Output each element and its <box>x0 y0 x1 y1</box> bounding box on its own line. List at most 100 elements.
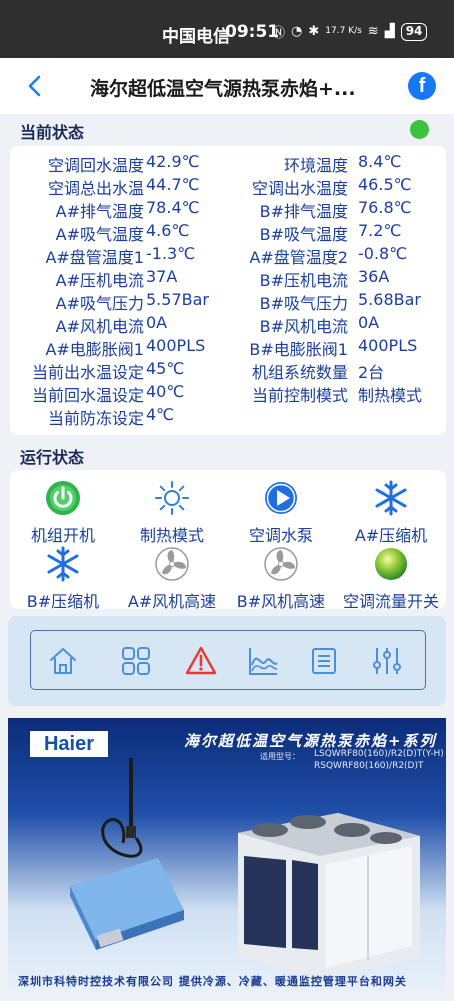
status-row: A#风机电流 0A B#风机电流 0A <box>10 313 446 336</box>
status-value: 0A <box>146 313 168 332</box>
back-arrow-icon[interactable] <box>22 72 48 100</box>
current-status-card: 空调回水温度 42.9℃ 环境温度 8.4℃ 空调总出水温 44.7℃ 空调出水… <box>10 146 446 435</box>
net-speed: 17.7 K/s <box>325 26 362 36</box>
status-value: 制热模式 <box>358 386 423 405</box>
status-label: B#电膨胀阀1 <box>249 340 348 359</box>
run-item-label: A#压缩机 <box>354 526 428 545</box>
toolbar-container <box>8 616 446 706</box>
run-item-unit-on: 机组开机 <box>3 480 123 546</box>
run-item-label: 空调水泵 <box>248 526 313 545</box>
status-row: 当前回水温设定 40℃ 当前控制模式 制热模式 <box>10 382 446 405</box>
app-header: 海尔超低温空气源热泵赤焰+... f <box>0 58 454 114</box>
status-label: 当前防冻设定 <box>47 409 144 428</box>
clock: 09:51 <box>225 22 280 42</box>
status-value: 400PLS <box>358 336 418 355</box>
status-value: 40℃ <box>146 382 185 401</box>
run-item-a-compressor: A#压缩机 <box>331 480 451 546</box>
status-label: B#排气温度 <box>259 202 348 221</box>
status-label: A#排气温度 <box>55 202 144 221</box>
status-value: 2台 <box>358 363 385 382</box>
settings-sliders-icon[interactable] <box>371 645 403 677</box>
status-row: 当前出水温设定 45℃ 机组系统数量 2台 <box>10 359 446 382</box>
status-label: 机组系统数量 <box>251 363 348 382</box>
run-item-label: A#风机高速 <box>127 592 217 611</box>
status-label: 当前出水温设定 <box>31 363 144 382</box>
status-label: A#吸气压力 <box>55 294 144 313</box>
status-row: A#吸气压力 5.57Bar B#吸气压力 5.68Bar <box>10 290 446 313</box>
signal-icon: ▟ <box>384 24 395 39</box>
gateway-device-image <box>70 858 184 950</box>
grid-icon[interactable] <box>120 645 152 677</box>
heat-pump-unit-image <box>238 813 420 980</box>
chart-icon[interactable] <box>247 645 279 677</box>
run-item-label: B#压缩机 <box>26 592 100 611</box>
fan-icon <box>264 547 298 581</box>
run-item-label: B#风机高速 <box>236 592 326 611</box>
status-icons: Ⓝ ◔ ✱ 17.7 K/s ≋ ▟ 94 <box>272 22 428 41</box>
status-label: B#压机电流 <box>259 271 348 290</box>
wifi-icon: ≋ <box>367 24 379 39</box>
online-status-indicator <box>410 120 429 139</box>
current-status-title: 当前状态 <box>20 123 85 142</box>
carrier-label: 中国电信 <box>162 27 230 47</box>
status-value: 4℃ <box>146 405 175 424</box>
status-label: B#吸气温度 <box>259 225 348 244</box>
status-value: 37A <box>146 267 178 286</box>
list-icon[interactable] <box>308 645 340 677</box>
status-value: 8.4℃ <box>358 152 402 171</box>
status-label: A#风机电流 <box>55 317 144 336</box>
snowflake-icon <box>375 480 407 516</box>
status-value: 0A <box>358 313 380 332</box>
flow-ball-icon <box>375 548 407 580</box>
battery-indicator: 94 <box>400 22 428 41</box>
snowflake-icon <box>47 546 79 582</box>
alarm-icon[interactable] <box>185 645 217 677</box>
run-status-card: 机组开机 制热模式 空调水泵 A#压缩机 B#压缩机 A#风机高速 B#风机高速… <box>10 470 446 612</box>
fan-icon <box>155 547 189 581</box>
run-item-label: 制热模式 <box>139 526 204 545</box>
status-label: A#吸气温度 <box>55 225 144 244</box>
bluetooth-icon: ✱ <box>308 24 320 39</box>
power-icon <box>46 481 80 515</box>
status-value: -0.8℃ <box>358 244 408 263</box>
status-value: 78.4℃ <box>146 198 200 217</box>
run-item-heating-mode: 制热模式 <box>112 480 232 546</box>
home-icon[interactable] <box>47 645 79 677</box>
status-row: 当前防冻设定 4℃ <box>10 405 446 428</box>
status-value: 44.7℃ <box>146 175 200 194</box>
run-item-water-pump: 空调水泵 <box>221 480 341 546</box>
status-label: 空调回水温度 <box>47 156 144 175</box>
status-value: 7.2℃ <box>358 221 402 240</box>
status-label: B#风机电流 <box>259 317 348 336</box>
status-value: 400PLS <box>146 336 206 355</box>
facebook-share-icon[interactable]: f <box>408 72 436 100</box>
status-value: 4.6℃ <box>146 221 190 240</box>
status-row: 空调总出水温 44.7℃ 空调出水温度 46.5℃ <box>10 175 446 198</box>
status-row: A#电膨胀阀1 400PLS B#电膨胀阀1 400PLS <box>10 336 446 359</box>
status-row: 空调回水温度 42.9℃ 环境温度 8.4℃ <box>10 152 446 175</box>
run-item-b-compressor: B#压缩机 <box>3 546 123 612</box>
status-value: 76.8℃ <box>358 198 412 217</box>
status-label: A#压机电流 <box>55 271 144 290</box>
status-row: A#排气温度 78.4℃ B#排气温度 76.8℃ <box>10 198 446 221</box>
status-value: -1.3℃ <box>146 244 196 263</box>
status-label: A#盘管温度2 <box>249 248 348 267</box>
alarm-clock-icon: ◔ <box>291 24 303 39</box>
run-item-label: 空调流量开关 <box>342 592 439 611</box>
status-value: 46.5℃ <box>358 175 412 194</box>
run-item-b-fan-high: B#风机高速 <box>221 546 341 612</box>
sun-icon <box>155 481 189 515</box>
status-row: A#盘管温度1 -1.3℃ A#盘管温度2 -0.8℃ <box>10 244 446 267</box>
status-value: 5.68Bar <box>358 290 421 309</box>
status-label: 当前回水温设定 <box>31 386 144 405</box>
status-row: A#吸气温度 4.6℃ B#吸气温度 7.2℃ <box>10 221 446 244</box>
banner-illustration <box>70 758 420 980</box>
nfc-icon: Ⓝ <box>272 26 286 41</box>
status-row: A#压机电流 37A B#压机电流 36A <box>10 267 446 290</box>
status-value: 42.9℃ <box>146 152 200 171</box>
status-label: B#吸气压力 <box>259 294 348 313</box>
status-value: 36A <box>358 267 390 286</box>
run-item-a-fan-high: A#风机高速 <box>112 546 232 612</box>
run-item-label: 机组开机 <box>30 526 95 545</box>
status-label: 空调出水温度 <box>251 179 348 198</box>
